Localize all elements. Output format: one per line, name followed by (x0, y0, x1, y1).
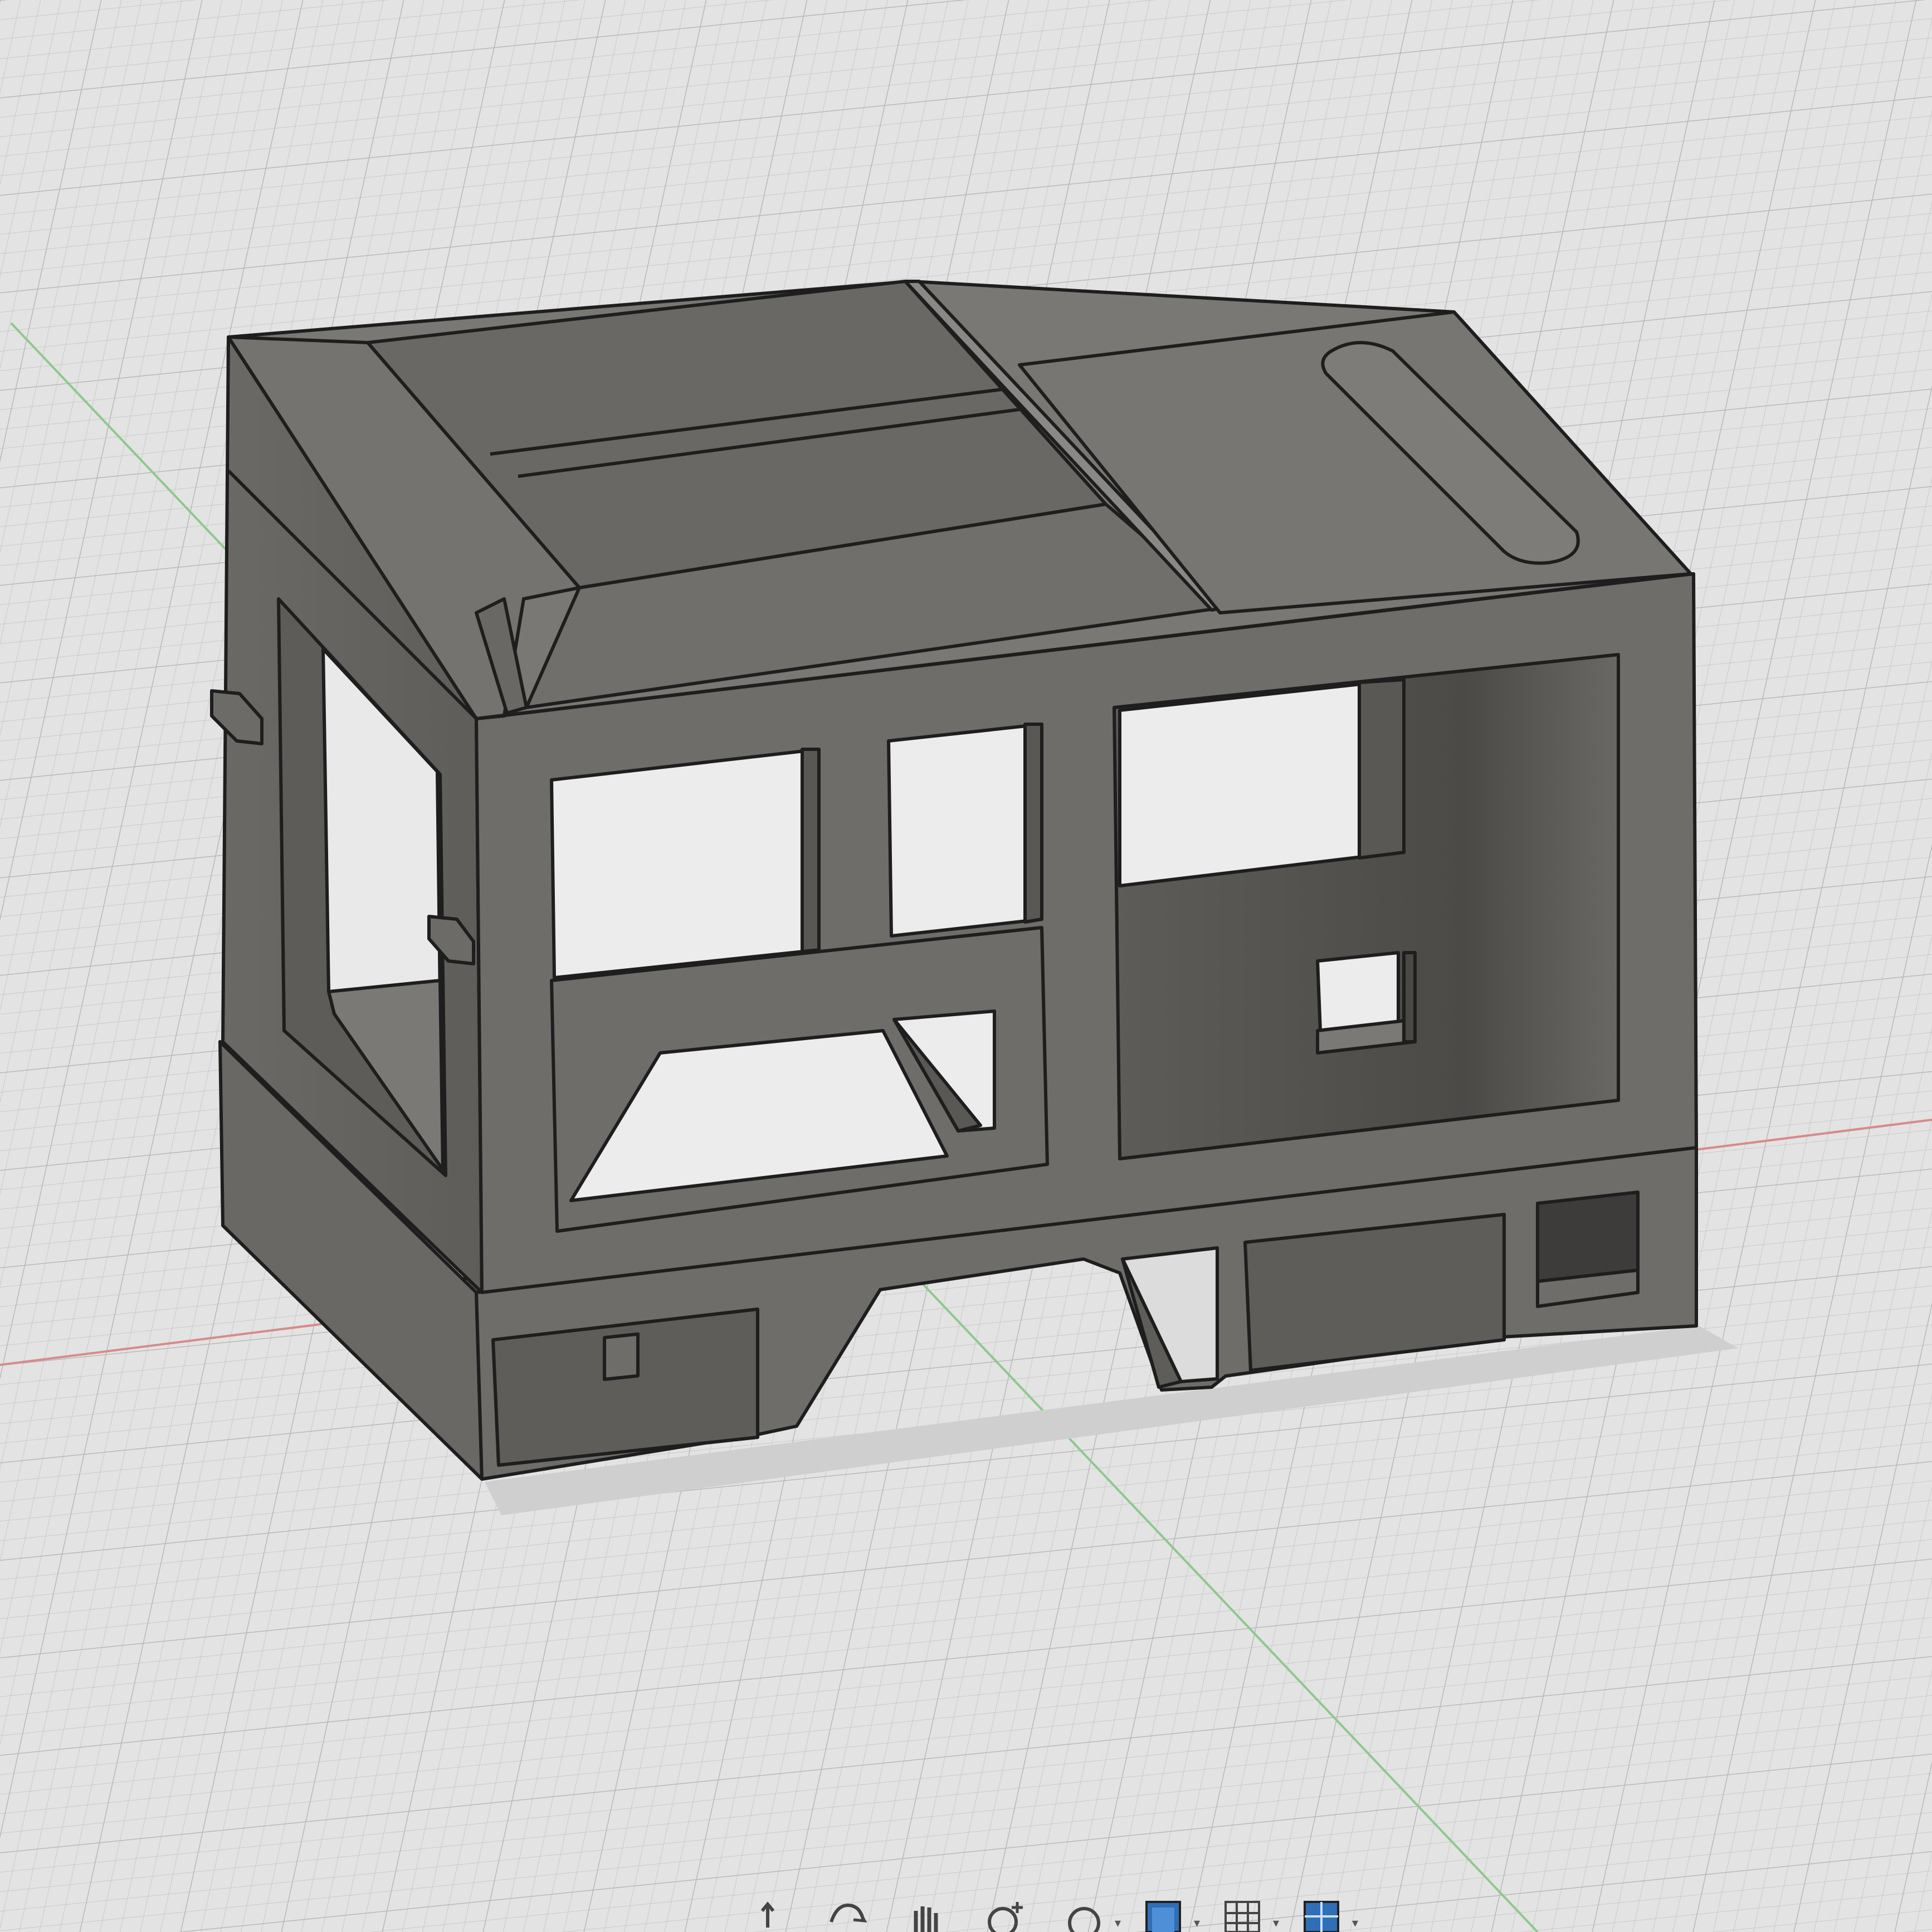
3d-viewport[interactable] (0, 0, 1932, 1932)
engine-small-window (1316, 951, 1400, 1032)
viewport-layout-icon[interactable]: ▾ (1295, 1894, 1358, 1932)
display-settings-icon[interactable]: ▾ (1057, 1894, 1121, 1932)
window-2 (887, 723, 1043, 938)
viewports-icon[interactable]: ▾ (1216, 1894, 1279, 1932)
pan-hand-icon[interactable] (820, 1894, 874, 1932)
fit-window-icon[interactable] (978, 1894, 1032, 1932)
engine-window-top (1118, 681, 1378, 887)
zoom-icon[interactable] (899, 1894, 953, 1932)
orbit-icon[interactable] (741, 1894, 794, 1932)
navigation-toolbar: ▾ ▾ ▾ ▾ (741, 1894, 1521, 1932)
grid-settings-icon[interactable]: ▾ (1136, 1894, 1200, 1932)
window-1 (550, 748, 821, 979)
